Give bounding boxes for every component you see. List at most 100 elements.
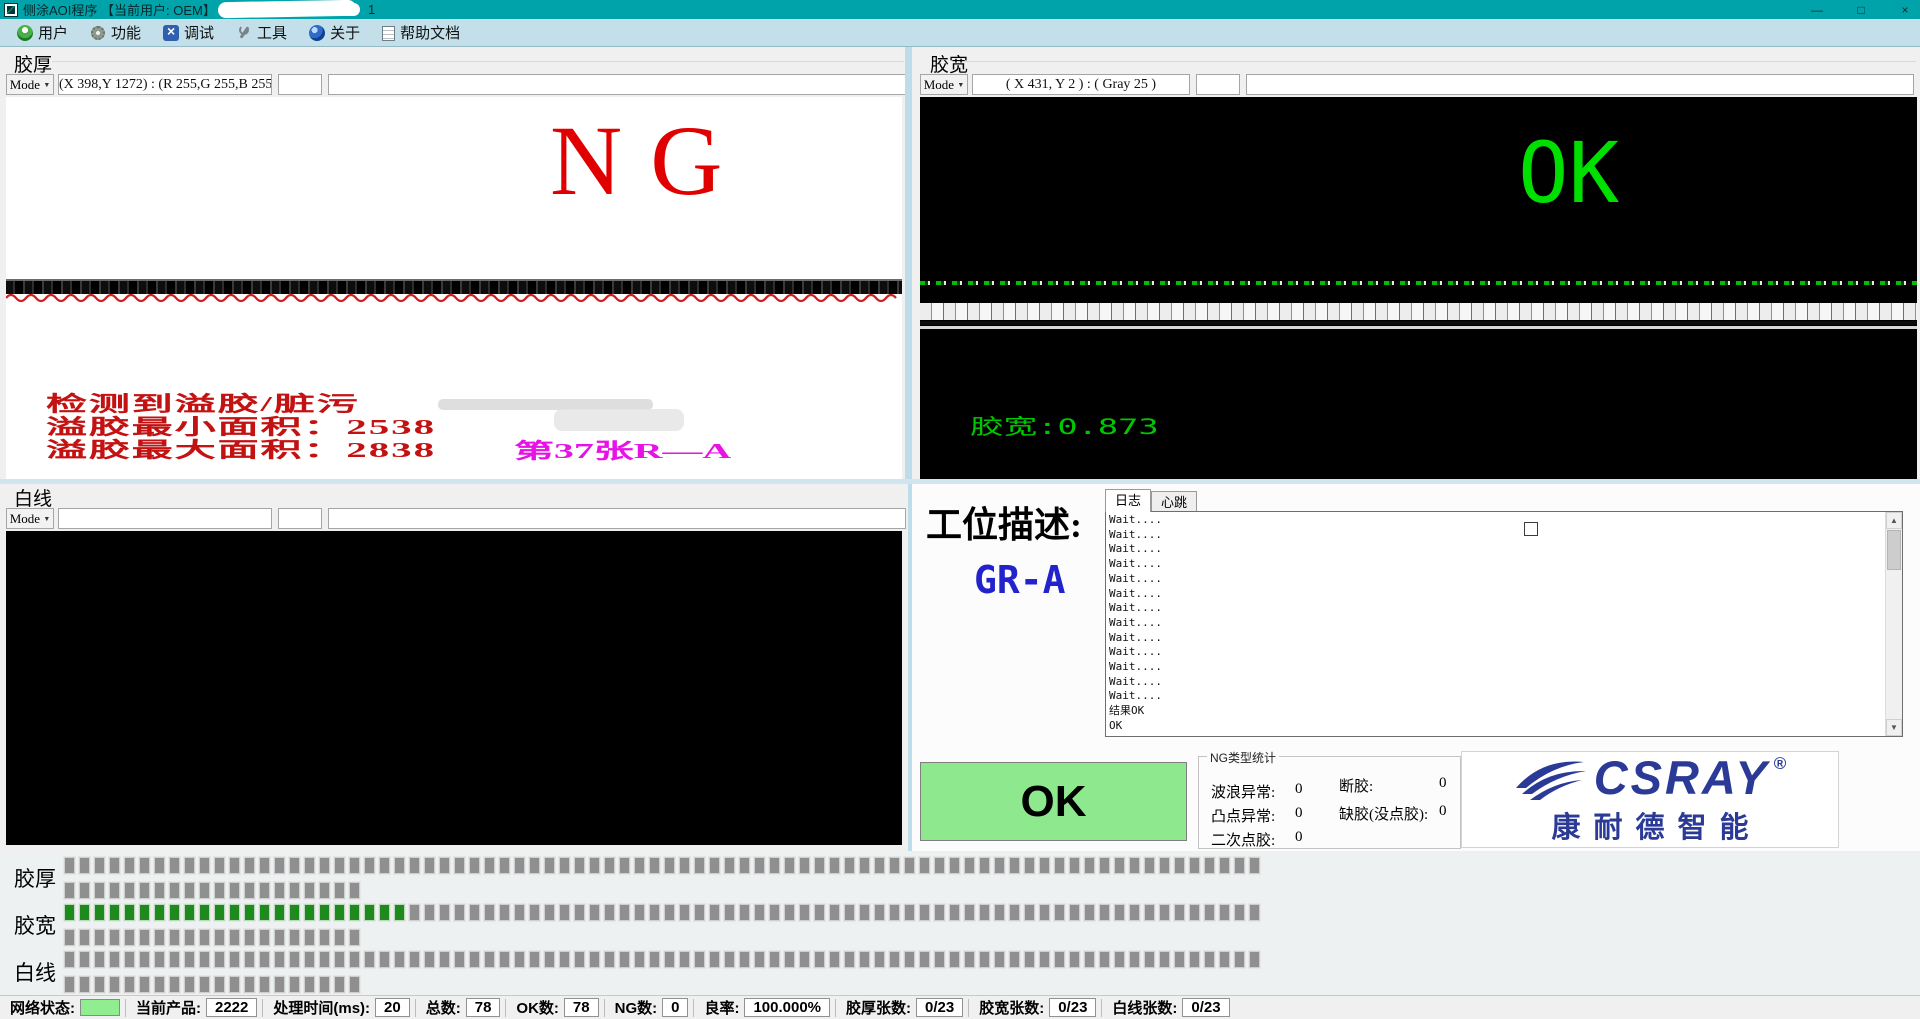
- mode-dropdown[interactable]: Mode ▼: [6, 508, 54, 529]
- inspection-image-whiteline[interactable]: [6, 531, 902, 845]
- tile-empty: [94, 882, 105, 899]
- tile-ok: [289, 904, 300, 921]
- menu-item-tools[interactable]: 工具: [225, 21, 298, 45]
- tile-empty: [739, 904, 750, 921]
- tile-empty: [559, 951, 570, 968]
- tile-empty: [274, 976, 285, 993]
- tile-empty: [154, 857, 165, 874]
- tile-empty: [964, 904, 975, 921]
- menu-item-user[interactable]: 用户: [6, 21, 79, 45]
- defect-message: 检测到溢胶/脏污 溢胶最小面积：2538 溢胶最大面积：2838: [46, 393, 436, 462]
- tile-empty: [499, 951, 510, 968]
- tile-empty: [904, 904, 915, 921]
- menu-item-about[interactable]: 关于: [298, 21, 371, 45]
- tab-log[interactable]: 日志: [1105, 489, 1151, 512]
- tile-empty: [349, 951, 360, 968]
- tab-heartbeat[interactable]: 心跳: [1151, 491, 1197, 512]
- redaction-blob: [300, 3, 360, 16]
- log-list[interactable]: Wait....Wait....Wait....Wait....Wait....…: [1105, 511, 1903, 737]
- status-value: 0/23: [1049, 998, 1096, 1017]
- separator: [693, 999, 694, 1017]
- tile-empty: [1189, 951, 1200, 968]
- scroll-up-icon[interactable]: ▲: [1886, 512, 1902, 529]
- tile-empty: [1219, 857, 1230, 874]
- tile-empty: [964, 857, 975, 874]
- log-scrollbar[interactable]: ▲ ▼: [1885, 512, 1902, 736]
- maximize-button[interactable]: □: [1852, 3, 1870, 17]
- tile-empty: [1129, 857, 1140, 874]
- panel-toolbar: Mode ▼ ( X 431, Y 2 ) : ( Gray 25 ): [920, 74, 1916, 96]
- tile-empty: [1114, 951, 1125, 968]
- tile-empty: [454, 951, 465, 968]
- status-item: 胶厚张数:0/23: [841, 997, 963, 1018]
- menu-item-debug[interactable]: 调试: [152, 21, 225, 45]
- tile-empty: [664, 951, 675, 968]
- tile-empty: [109, 882, 120, 899]
- log-line: Wait....: [1109, 513, 1884, 528]
- status-item: 白线张数:0/23: [1107, 997, 1229, 1018]
- panel-title: 胶宽: [930, 50, 968, 77]
- tile-empty: [829, 904, 840, 921]
- separator: [835, 999, 836, 1017]
- tile-group: 白线: [14, 951, 1260, 993]
- tile-empty: [244, 882, 255, 899]
- glue-band-shadow: [920, 321, 1917, 325]
- close-button[interactable]: ×: [1896, 3, 1914, 17]
- ng-stat-item: 凸点异常:: [1211, 805, 1275, 826]
- tile-empty: [1114, 904, 1125, 921]
- tile-empty: [319, 882, 330, 899]
- tile-empty: [769, 904, 780, 921]
- status-value: 2222: [206, 998, 257, 1017]
- tile-empty: [829, 857, 840, 874]
- defect-wave-line: [6, 290, 902, 306]
- tile-ok: [109, 904, 120, 921]
- tile-empty: [724, 904, 735, 921]
- tile-empty: [1189, 904, 1200, 921]
- tile-empty: [559, 904, 570, 921]
- tile-empty: [649, 904, 660, 921]
- inspection-image-width[interactable]: OK 胶宽:0.873: [920, 97, 1917, 479]
- tile-empty: [1009, 857, 1020, 874]
- title-bar: 侧涂AOI程序 【当前用户: OEM】 编 1 — □ ×: [0, 0, 1920, 19]
- log-line: Wait....: [1109, 616, 1884, 631]
- overall-result-button[interactable]: OK: [920, 762, 1187, 841]
- status-label: 胶厚张数:: [846, 997, 911, 1018]
- status-label: OK数:: [516, 997, 559, 1018]
- tile-empty: [1249, 904, 1260, 921]
- tile-area: 胶厚胶宽白线: [14, 857, 1260, 998]
- tile-empty: [109, 976, 120, 993]
- tile-empty: [619, 904, 630, 921]
- message-field: [328, 74, 906, 95]
- scroll-down-icon[interactable]: ▼: [1886, 719, 1902, 736]
- tile-ok: [334, 904, 345, 921]
- status-label: 胶宽张数:: [979, 997, 1044, 1018]
- tile-empty: [169, 882, 180, 899]
- divider: [964, 61, 1916, 62]
- ng-stats-title: NG类型统计: [1207, 749, 1279, 766]
- inspection-image-thickness[interactable]: NG 检测到溢胶/脏污 溢胶最小面积：2538 溢胶最大面积：2838 第37张…: [6, 97, 902, 479]
- tile-empty: [994, 904, 1005, 921]
- checkbox[interactable]: [1524, 522, 1538, 536]
- tile-empty: [94, 857, 105, 874]
- tile-empty: [79, 951, 90, 968]
- window-title-tail: 1: [368, 2, 375, 17]
- mode-dropdown[interactable]: Mode ▼: [6, 74, 54, 95]
- tile-empty: [799, 904, 810, 921]
- brand-name: CSRAY: [1594, 754, 1770, 801]
- menu-item-help[interactable]: 帮助文档: [371, 21, 471, 45]
- tile-empty: [784, 857, 795, 874]
- tile-empty: [664, 904, 675, 921]
- minimize-button[interactable]: —: [1808, 3, 1826, 17]
- tile-empty: [559, 857, 570, 874]
- tile-ok: [124, 904, 135, 921]
- tile-empty: [184, 951, 195, 968]
- tile-empty: [634, 857, 645, 874]
- menu-label: 关于: [330, 22, 360, 43]
- scrollbar-thumb[interactable]: [1887, 530, 1901, 570]
- mode-dropdown[interactable]: Mode ▼: [920, 74, 968, 95]
- tile-empty: [739, 857, 750, 874]
- log-line: Wait....: [1109, 528, 1884, 543]
- menu-item-functions[interactable]: 功能: [79, 21, 152, 45]
- tile-empty: [949, 904, 960, 921]
- tile-empty: [229, 976, 240, 993]
